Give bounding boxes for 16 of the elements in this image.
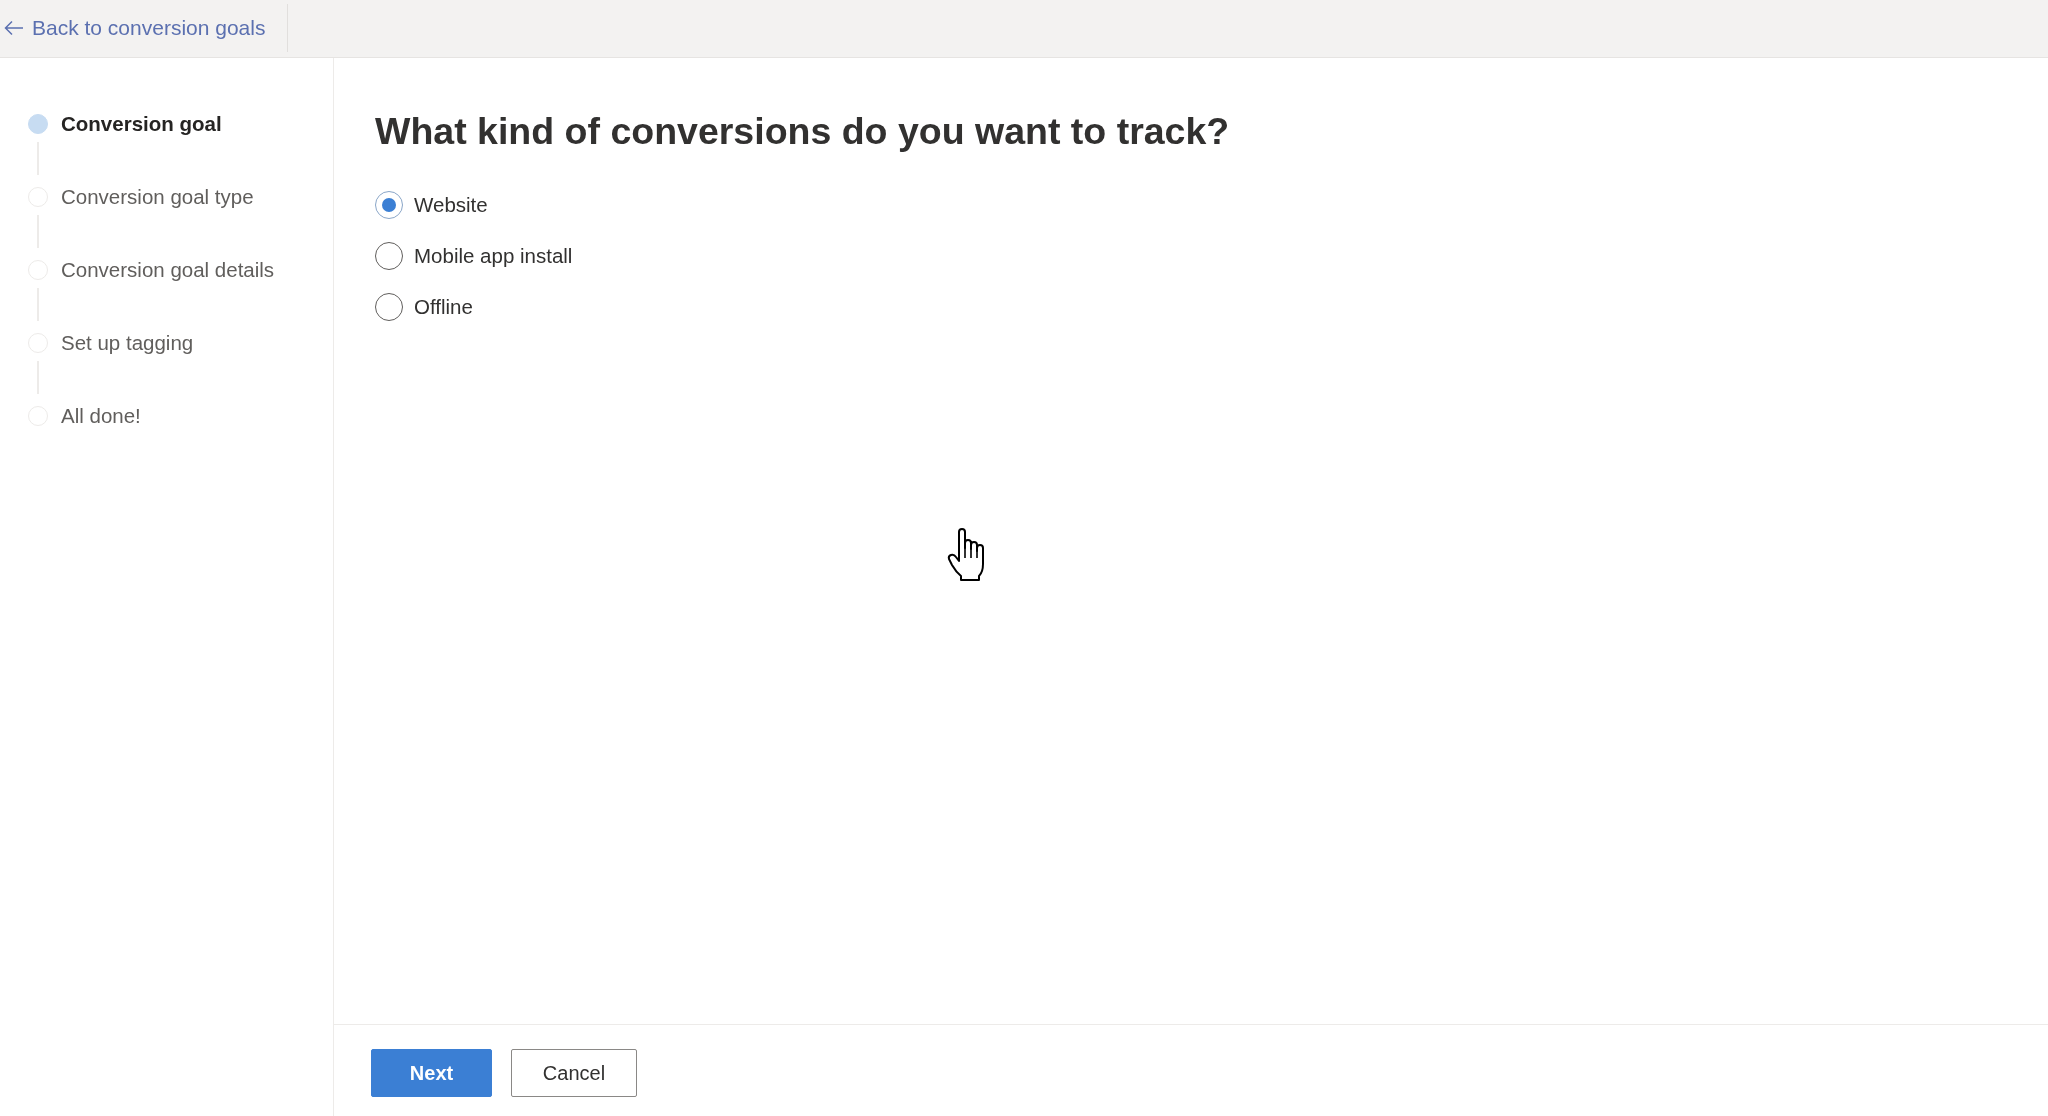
radio-label[interactable]: Website bbox=[414, 193, 488, 217]
radio-button[interactable] bbox=[375, 293, 403, 321]
step-label: Conversion goal details bbox=[61, 258, 275, 282]
radio-label[interactable]: Offline bbox=[414, 295, 473, 319]
radio-label[interactable]: Mobile app install bbox=[414, 244, 573, 268]
arrow-left-icon bbox=[4, 20, 24, 36]
step-label: Conversion goal bbox=[61, 112, 222, 136]
step-label: All done! bbox=[61, 404, 141, 428]
cancel-button[interactable]: Cancel bbox=[511, 1049, 637, 1097]
radio-button[interactable] bbox=[375, 242, 403, 270]
back-link[interactable]: Back to conversion goals bbox=[0, 12, 266, 44]
step-label: Conversion goal type bbox=[61, 185, 254, 209]
radio-button[interactable] bbox=[375, 191, 403, 219]
step-label: Set up tagging bbox=[61, 331, 194, 355]
next-button[interactable]: Next bbox=[371, 1049, 492, 1097]
question-heading: What kind of conversions do you want to track? bbox=[375, 109, 1230, 153]
